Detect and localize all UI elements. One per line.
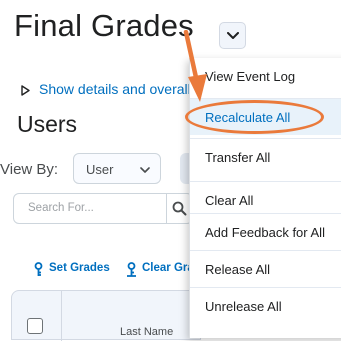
view-by-select[interactable]: User bbox=[73, 153, 161, 184]
menu-item-release-all[interactable]: Release All bbox=[190, 250, 341, 287]
title-context-menu-button[interactable] bbox=[219, 22, 246, 49]
menu-item-transfer-all[interactable]: Transfer All bbox=[190, 138, 341, 175]
clear-grades-label: Clear Gra bbox=[142, 262, 194, 274]
search-input[interactable]: Search For... bbox=[13, 193, 193, 224]
menu-item-label: Add Feedback for All bbox=[205, 225, 325, 240]
menu-item-label: Transfer All bbox=[205, 150, 271, 165]
column-divider bbox=[61, 291, 62, 341]
menu-item-add-feedback-for-all[interactable]: Add Feedback for All bbox=[190, 213, 341, 250]
menu-item-unrelease-all[interactable]: Unrelease All bbox=[190, 287, 341, 324]
set-grades-label: Set Grades bbox=[49, 262, 110, 274]
show-details-label: Show details and overall bbox=[39, 81, 191, 97]
key-icon bbox=[127, 262, 136, 277]
view-by-label: View By: bbox=[0, 161, 59, 178]
last-name-column-header[interactable]: Last Name bbox=[120, 326, 173, 338]
menu-item-label: Clear All bbox=[205, 193, 254, 208]
select-all-checkbox[interactable] bbox=[27, 318, 43, 334]
key-icon bbox=[34, 262, 43, 276]
search-icon[interactable] bbox=[172, 201, 187, 216]
chevron-down-icon bbox=[140, 167, 150, 173]
view-by-value: User bbox=[86, 162, 114, 177]
page-title: Final Grades bbox=[14, 8, 194, 43]
search-divider bbox=[166, 194, 167, 223]
section-title: Users bbox=[17, 111, 78, 137]
menu-item-label: Release All bbox=[205, 262, 271, 277]
chevron-down-icon bbox=[227, 32, 239, 39]
annotation-arrow-icon bbox=[183, 30, 207, 102]
triangle-right-icon bbox=[21, 85, 30, 96]
menu-item-label: Unrelease All bbox=[205, 299, 282, 314]
search-placeholder: Search For... bbox=[28, 202, 94, 214]
